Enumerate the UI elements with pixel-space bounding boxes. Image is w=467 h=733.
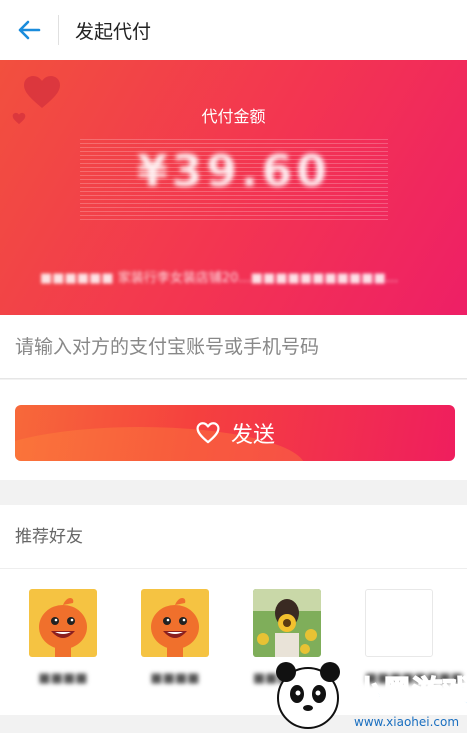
- mascot-avatar-icon: [141, 589, 209, 657]
- avatar: [29, 589, 97, 657]
- avatar: [253, 589, 321, 657]
- back-button[interactable]: [0, 0, 58, 60]
- amount-label: 代付金额: [201, 107, 266, 126]
- sunflower-photo-icon: [253, 589, 321, 657]
- arrow-left-icon: [18, 20, 41, 40]
- friend-item[interactable]: ■■■■: [29, 589, 97, 691]
- order-description: ■■■■■■ 家装行李女装店铺20...■■■■■■■■■■■...: [40, 271, 399, 286]
- watermark-url: www.xiaohei.com: [354, 715, 459, 729]
- friend-item[interactable]: ■■■■: [141, 589, 209, 691]
- send-button-label: 发送: [230, 423, 275, 448]
- payment-banner: 代付金额 ¥39.60 ■■■■■■ 家装行李女装店铺20...■■■■■■■■…: [0, 60, 467, 315]
- friends-title: 推荐好友: [0, 505, 467, 569]
- amount-value: ¥39.60: [137, 146, 331, 197]
- send-button[interactable]: 发送: [15, 405, 455, 461]
- avatar: [141, 589, 209, 657]
- header-divider: [58, 15, 59, 45]
- panda-logo-icon: 小黑游戏 www.xiaohei.com: [276, 662, 467, 729]
- friend-name: ■■■■: [38, 671, 88, 686]
- amount-area: ¥39.60: [80, 136, 388, 220]
- avatar: [365, 589, 433, 657]
- heart-outline-icon: [196, 422, 220, 444]
- mascot-avatar-icon: [29, 589, 97, 657]
- top-bar: 发起代付: [0, 0, 467, 60]
- recipient-input[interactable]: [15, 335, 455, 358]
- page-title: 发起代付: [75, 20, 152, 43]
- watermark-brand: 小黑游戏: [352, 675, 467, 710]
- recipient-row: [0, 315, 467, 379]
- send-area: 发送: [0, 380, 467, 480]
- site-watermark: 小黑游戏 www.xiaohei.com: [270, 650, 467, 733]
- friend-name: ■■■■: [150, 671, 200, 686]
